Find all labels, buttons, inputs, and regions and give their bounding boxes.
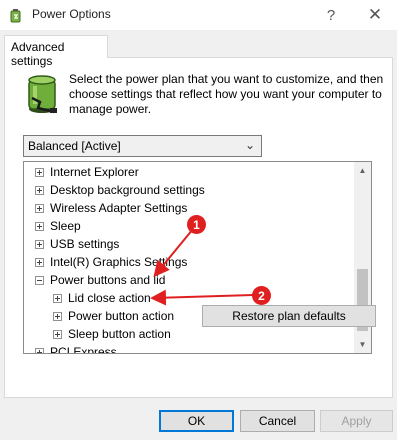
expand-icon[interactable] [35,167,44,177]
tree-item-label: Sleep button action [68,327,171,341]
description-text: Select the power plan that you want to c… [69,72,384,116]
tree-item-label: Internet Explorer [50,165,139,179]
tree-item[interactable]: PCI Express [35,343,117,354]
tree-subitem[interactable]: Power button action [53,307,174,325]
annotation-badge-1: 1 [187,215,206,234]
close-button[interactable]: ✕ [360,0,390,30]
scroll-up-arrow-icon[interactable]: ▲ [354,162,371,179]
tab-advanced-settings[interactable]: Advanced settings [4,35,108,68]
expand-icon[interactable] [35,347,44,353]
tree-item-label: Wireless Adapter Settings [50,201,188,215]
tree-item-label: Power buttons and lid [50,273,166,287]
tree-subitem[interactable]: Lid close action [53,289,151,307]
expand-icon[interactable] [35,257,44,267]
expand-icon[interactable] [35,203,44,213]
tree-item-label: Sleep [50,219,81,233]
tree-item-label: Lid close action [68,291,151,305]
collapse-icon[interactable] [35,275,44,285]
power-options-icon [10,9,21,23]
expand-icon[interactable] [35,185,44,195]
tree-item[interactable]: Power buttons and lid [35,271,165,289]
plan-select[interactable]: Balanced [Active] ⌄ [23,135,262,157]
ok-button[interactable]: OK [159,410,234,432]
tree-item-label: PCI Express [50,345,117,354]
expand-icon[interactable] [35,221,44,231]
tree-item[interactable]: Desktop background settings [35,181,205,199]
restore-plan-defaults-button[interactable]: Restore plan defaults [202,305,376,327]
cancel-button[interactable]: Cancel [240,410,315,432]
tree-item[interactable]: Sleep [35,217,81,235]
tree-subitem[interactable]: Sleep button action [53,325,171,343]
tree-item[interactable]: USB settings [35,235,119,253]
plan-select-value: Balanced [Active] [28,139,121,153]
help-button[interactable]: ? [316,0,346,30]
expand-icon[interactable] [53,329,62,339]
apply-button[interactable]: Apply [320,410,393,432]
tree-item-label: USB settings [50,237,120,251]
expand-icon[interactable] [53,311,62,321]
expand-icon[interactable] [53,293,62,303]
tree-item[interactable]: Wireless Adapter Settings [35,199,187,217]
tree-item-label: Power button action [68,309,175,323]
window-title: Power Options [32,7,111,21]
title-bar: Power Options ? ✕ [0,0,397,30]
battery-plan-icon [28,75,57,114]
tree-item[interactable]: Intel(R) Graphics Settings [35,253,187,271]
tree-item-label: Desktop background settings [50,183,205,197]
annotation-badge-2: 2 [252,286,271,305]
expand-icon[interactable] [35,239,44,249]
tree-item[interactable]: Internet Explorer [35,163,139,181]
chevron-down-icon: ⌄ [244,138,255,152]
scroll-down-arrow-icon[interactable]: ▼ [354,336,371,353]
tree-item-label: Intel(R) Graphics Settings [50,255,188,269]
